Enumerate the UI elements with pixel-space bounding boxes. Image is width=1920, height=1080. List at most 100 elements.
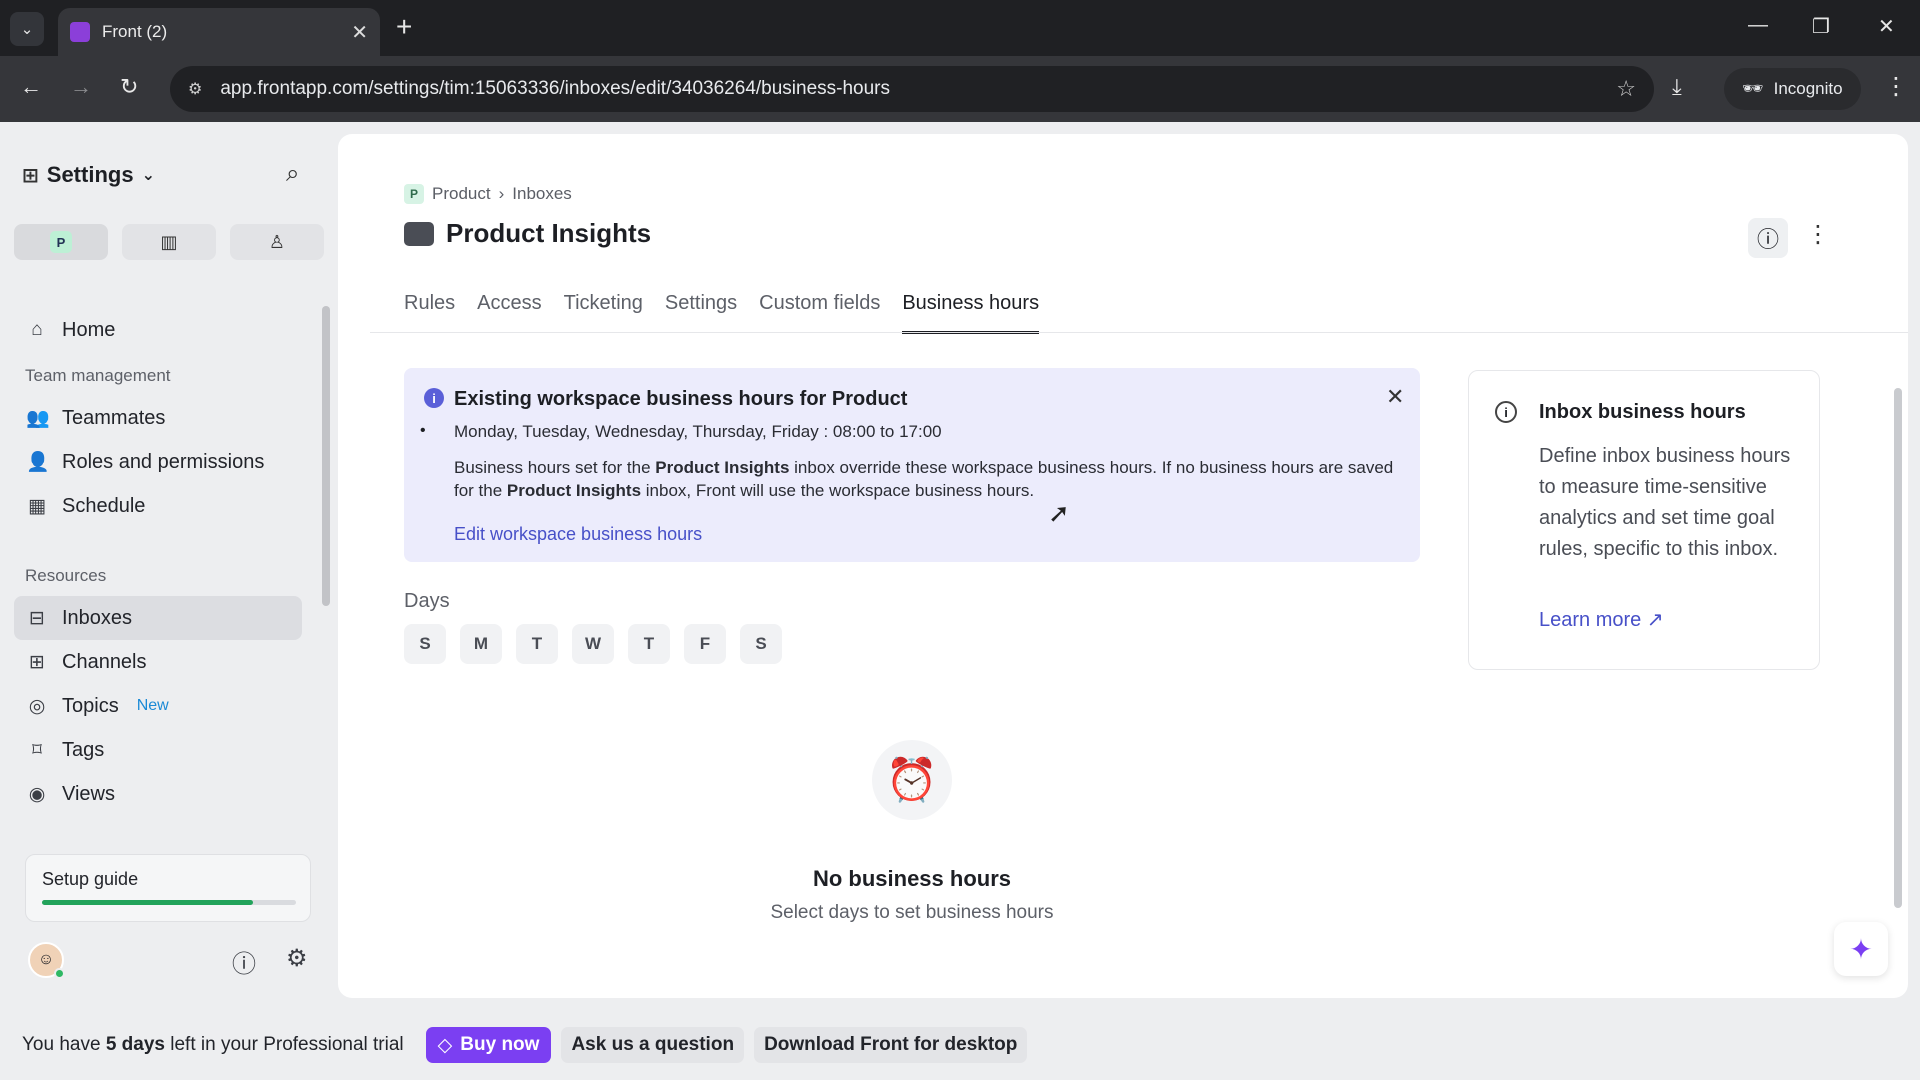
tag-icon: ⌑ — [32, 739, 42, 761]
sidebar-item-teammates[interactable]: 👥 Teammates — [14, 396, 302, 440]
tab-settings[interactable]: Settings — [665, 292, 737, 334]
incognito-indicator[interactable]: 🕶 Incognito — [1724, 68, 1861, 110]
breadcrumb-inboxes[interactable]: Inboxes — [512, 184, 572, 204]
restore-icon[interactable]: ❐ — [1812, 14, 1830, 39]
sidebar-item-label: Tags — [62, 738, 105, 761]
forward-icon[interactable]: → — [70, 74, 92, 100]
sidebar-item-label: Roles and permissions — [62, 450, 265, 473]
setup-guide[interactable]: Setup guide — [25, 854, 311, 922]
reload-icon[interactable]: ↻ — [120, 74, 138, 100]
day-wednesday[interactable]: W — [572, 624, 614, 664]
breadcrumb: P Product › Inboxes — [404, 184, 572, 204]
download-icon[interactable]: ⤓ — [1672, 74, 1682, 100]
sidebar-item-views[interactable]: ◉ Views — [14, 772, 302, 816]
buy-now-button[interactable]: ◇ Buy now — [425, 1027, 552, 1063]
address-bar[interactable]: ⚙ app.frontapp.com/settings/tim:15063336… — [170, 66, 1654, 112]
workspace-personal-button[interactable]: P — [14, 224, 108, 260]
sidebar-item-label: Topics — [62, 694, 119, 717]
minimize-icon[interactable]: — — [1748, 14, 1768, 37]
sidebar-item-schedule[interactable]: ▦ Schedule — [14, 484, 302, 528]
sidebar-item-topics[interactable]: ◎ Topics New — [14, 684, 302, 728]
day-thursday[interactable]: T — [628, 624, 670, 664]
close-window-icon[interactable]: ✕ — [1878, 14, 1895, 39]
help-icon[interactable]: ⓘ — [232, 944, 256, 979]
banner-title: Existing workspace business hours for Pr… — [454, 388, 908, 410]
settings-menu-button[interactable]: ⊞ Settings ⌄ — [22, 162, 155, 188]
sidebar-scroll-thumb[interactable] — [322, 306, 330, 606]
sidebar-item-channels[interactable]: ⊞ Channels — [14, 640, 302, 684]
tab-access[interactable]: Access — [477, 292, 541, 334]
day-tuesday[interactable]: T — [516, 624, 558, 664]
browser-tab-bar: ⌄ Front (2) ✕ + — ❐ ✕ — [0, 0, 1920, 56]
bullet-icon: • — [420, 422, 426, 439]
empty-state-subtitle: Select days to set business hours — [770, 902, 1054, 923]
day-friday[interactable]: F — [684, 624, 726, 664]
learn-more-link[interactable]: Learn more ↗ — [1539, 607, 1664, 632]
inbox-hours-info-card: i Inbox business hours Define inbox busi… — [1468, 370, 1820, 670]
personal-settings-button[interactable]: ♙ — [230, 224, 324, 260]
download-desktop-button[interactable]: Download Front for desktop — [754, 1027, 1028, 1063]
setup-progress-fill — [42, 900, 253, 905]
settings-sidebar: ⊞ Settings ⌄ ⌕ P ▥ ♙ ⌂ Home Team managem… — [0, 122, 336, 1002]
building-icon: ▥ — [160, 231, 178, 252]
tab-search-button[interactable]: ⌄ — [10, 12, 44, 46]
tab-rules[interactable]: Rules — [404, 292, 455, 334]
sidebar-item-roles[interactable]: 👤 Roles and permissions — [14, 440, 302, 484]
site-info-icon[interactable]: ⚙ — [188, 79, 202, 99]
info-card-body: Define inbox business hours to measure t… — [1539, 445, 1791, 560]
trial-text-part: left in your Professional trial — [164, 1034, 404, 1055]
workspace-switcher: P ▥ ♙ — [14, 224, 324, 260]
info-button[interactable]: ⓘ — [1748, 218, 1788, 258]
more-options-icon[interactable]: ⋮ — [1806, 220, 1830, 249]
sidebar-item-home[interactable]: ⌂ Home — [14, 308, 302, 352]
url-text[interactable]: app.frontapp.com/settings/tim:15063336/i… — [220, 78, 1616, 100]
tab-custom-fields[interactable]: Custom fields — [759, 292, 880, 334]
day-saturday[interactable]: S — [740, 624, 782, 664]
gear-icon[interactable]: ⚙ — [286, 944, 308, 973]
info-icon: i — [424, 388, 444, 408]
back-icon[interactable]: ← — [20, 74, 42, 100]
chevron-right-icon: › — [498, 184, 505, 203]
sidebar-item-label: Schedule — [62, 494, 146, 517]
page-header: Product Insights — [404, 218, 651, 249]
edit-workspace-hours-link[interactable]: Edit workspace business hours — [454, 524, 702, 545]
new-tab-button[interactable]: + — [396, 12, 412, 42]
sidebar-item-label: Inboxes — [62, 606, 133, 629]
bookmark-star-icon[interactable]: ☆ — [1616, 76, 1636, 102]
teammates-icon: 👥 — [26, 408, 50, 429]
banner-desc-part: Business hours set for the — [454, 458, 656, 477]
close-icon[interactable]: ✕ — [1386, 384, 1404, 410]
inbox-name-bold: Product Insights — [506, 481, 642, 500]
main-panel: P Product › Inboxes Product Insights ⓘ ⋮… — [338, 134, 1908, 998]
roles-icon: 👤 — [26, 452, 50, 473]
tab-ticketing[interactable]: Ticketing — [564, 292, 643, 334]
inbox-tabs: Rules Access Ticketing Settings Custom f… — [404, 292, 1040, 334]
buy-now-label: Buy now — [460, 1034, 540, 1055]
chevron-down-icon: ⌄ — [141, 167, 155, 184]
sidebar-item-label: Channels — [62, 650, 147, 673]
close-tab-icon[interactable]: ✕ — [351, 20, 368, 45]
day-selector: S M T W T F S — [404, 624, 782, 664]
search-icon[interactable]: ⌕ — [286, 160, 299, 188]
day-sunday[interactable]: S — [404, 624, 446, 664]
info-card-title: Inbox business hours — [1539, 401, 1746, 423]
main-scrollbar[interactable] — [1894, 388, 1902, 908]
breadcrumb-product[interactable]: Product — [432, 184, 491, 204]
incognito-icon: 🕶 — [1742, 79, 1764, 98]
ask-question-button[interactable]: Ask us a question — [561, 1027, 745, 1063]
company-settings-button[interactable]: ▥ — [122, 224, 216, 260]
trial-days-left: 5 days — [105, 1034, 165, 1055]
sidebar-item-label: Views — [62, 782, 115, 805]
sidebar-scrollbar[interactable] — [320, 294, 330, 814]
banner-description: Business hours set for the Product Insig… — [454, 456, 1394, 502]
sidebar-item-tags[interactable]: ⌑ Tags — [14, 728, 302, 772]
browser-menu-icon[interactable]: ⋮ — [1884, 72, 1908, 101]
day-monday[interactable]: M — [460, 624, 502, 664]
browser-toolbar: ← → ↻ ⚙ app.frontapp.com/settings/tim:15… — [0, 56, 1920, 122]
sidebar-item-inboxes[interactable]: ⊟ Inboxes — [14, 596, 302, 640]
user-icon: ♙ — [268, 231, 286, 252]
ai-sparkle-button[interactable]: ✦ — [1834, 922, 1888, 976]
browser-tab[interactable]: Front (2) ✕ — [58, 8, 380, 56]
tab-business-hours[interactable]: Business hours — [902, 292, 1040, 334]
days-label: Days — [404, 590, 450, 612]
